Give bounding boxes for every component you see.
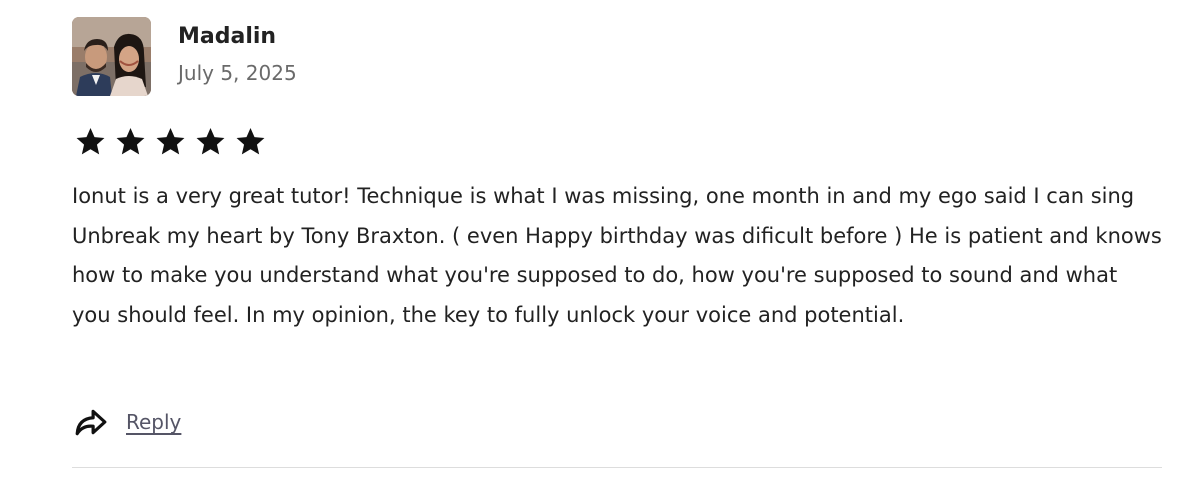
share-arrow-icon — [75, 409, 107, 436]
reviewer-name: Madalin — [178, 24, 277, 49]
review-text: Ionut is a very great tutor! Technique i… — [72, 184, 1162, 327]
star-icon — [156, 127, 185, 155]
star-icon — [116, 127, 145, 155]
star-icon — [196, 127, 225, 155]
avatar[interactable] — [72, 17, 151, 96]
star-icon — [76, 127, 105, 155]
avatar-photo — [72, 17, 151, 96]
reply-link[interactable]: Reply — [126, 407, 181, 437]
star-icon — [236, 127, 265, 155]
review-date: July 5, 2025 — [178, 61, 297, 85]
divider — [72, 467, 1162, 468]
review-card: Madalin July 5, 2025 Ionut is a very gre… — [0, 0, 1200, 489]
star-rating — [75, 126, 266, 157]
reply-button[interactable]: Reply — [74, 405, 181, 439]
